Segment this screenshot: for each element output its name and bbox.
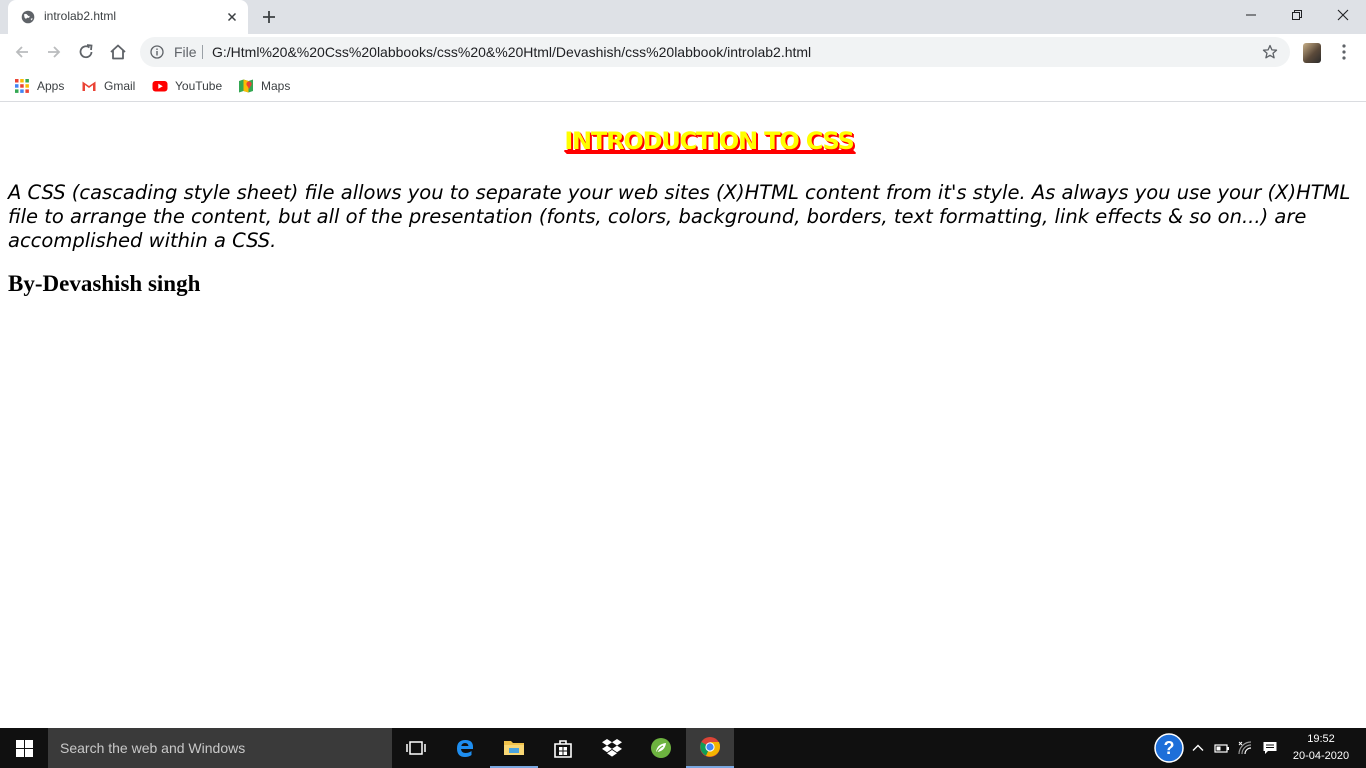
bookmark-youtube[interactable]: YouTube (152, 76, 222, 96)
clock-time: 19:52 (1307, 733, 1335, 745)
taskbar-file-explorer[interactable] (490, 728, 538, 768)
windows-logo-icon (15, 739, 33, 757)
page-viewport: INTRODUCTION TO CSS A CSS (cascading sty… (0, 103, 1366, 728)
windows-taskbar: Search the web and Windows ? 19:52 20-04… (0, 728, 1366, 768)
bookmark-gmail[interactable]: Gmail (81, 76, 135, 96)
forward-arrow-icon[interactable] (44, 42, 64, 62)
bookmark-label: Maps (261, 79, 291, 93)
taskbar-search-box[interactable]: Search the web and Windows (48, 728, 392, 768)
folder-icon (504, 741, 524, 755)
taskbar-spring[interactable] (637, 728, 685, 768)
maps-icon (239, 79, 253, 93)
bookmark-star-icon[interactable] (1262, 44, 1278, 60)
youtube-icon (152, 81, 168, 92)
intro-paragraph: A CSS (cascading style sheet) file allow… (8, 181, 1351, 252)
bookmark-apps[interactable]: Apps (14, 76, 64, 96)
bookmark-label: Gmail (104, 79, 136, 93)
new-tab-plus-icon[interactable] (260, 8, 278, 26)
info-icon[interactable] (150, 45, 164, 59)
close-window-button[interactable] (1320, 0, 1366, 30)
home-icon[interactable] (108, 42, 128, 62)
bookmark-label: YouTube (175, 79, 223, 93)
url-text[interactable]: G:/Html%20&%20Css%20labbooks/css%20&%20H… (212, 44, 811, 60)
action-center-icon[interactable] (1262, 740, 1278, 756)
omnibox-divider (202, 45, 203, 59)
reload-icon[interactable] (76, 42, 96, 62)
store-bag-icon (554, 740, 572, 758)
tab-introlab2[interactable]: introlab2.html (8, 0, 248, 34)
bookmark-label: Apps (37, 79, 65, 93)
scheme-label: File (174, 44, 197, 60)
wifi-icon[interactable] (1237, 740, 1253, 756)
bookmark-maps[interactable]: Maps (238, 76, 290, 96)
chevron-up-icon[interactable] (1190, 740, 1206, 756)
restore-icon (1292, 10, 1302, 20)
taskbar-store[interactable] (539, 728, 587, 768)
taskbar-task-view[interactable] (392, 728, 440, 768)
globe-icon (21, 10, 35, 24)
taskbar-clock[interactable]: 19:52 20-04-2020 (1286, 731, 1356, 765)
edge-icon (457, 740, 473, 757)
battery-icon[interactable] (1214, 740, 1230, 756)
minimize-icon (1246, 14, 1256, 16)
close-tab-icon[interactable] (224, 9, 240, 25)
taskbar-chrome[interactable] (686, 728, 734, 768)
profile-avatar[interactable] (1303, 43, 1321, 63)
apps-grid-icon (15, 79, 29, 93)
svg-text:?: ? (1164, 738, 1175, 758)
browser-toolbar: File G:/Html%20&%20Css%20labbooks/css%20… (0, 34, 1366, 70)
chrome-icon (700, 737, 721, 757)
bookmarks-bar: Apps Gmail YouTube Maps (0, 70, 1366, 102)
tab-strip: introlab2.html (0, 0, 1366, 34)
taskbar-edge[interactable] (441, 728, 489, 768)
restore-button[interactable] (1274, 0, 1320, 30)
page-heading: INTRODUCTION TO CSS (564, 127, 855, 155)
search-placeholder: Search the web and Windows (60, 740, 246, 756)
start-button[interactable] (0, 728, 48, 768)
kebab-menu-icon[interactable] (1336, 43, 1352, 61)
tab-title: introlab2.html (44, 9, 117, 23)
minimize-button[interactable] (1228, 0, 1274, 30)
taskbar-dropbox[interactable] (588, 728, 636, 768)
dropbox-icon (602, 739, 622, 757)
close-icon (1337, 9, 1349, 21)
task-view-icon (406, 741, 426, 755)
address-bar[interactable]: File G:/Html%20&%20Css%20labbooks/css%20… (140, 37, 1290, 67)
help-icon[interactable]: ? (1154, 733, 1184, 763)
author-line: By-Devashish singh (8, 271, 201, 296)
spring-leaf-icon (651, 738, 671, 758)
clock-date: 20-04-2020 (1292, 750, 1350, 762)
back-arrow-icon[interactable] (12, 42, 32, 62)
gmail-icon (82, 81, 96, 91)
